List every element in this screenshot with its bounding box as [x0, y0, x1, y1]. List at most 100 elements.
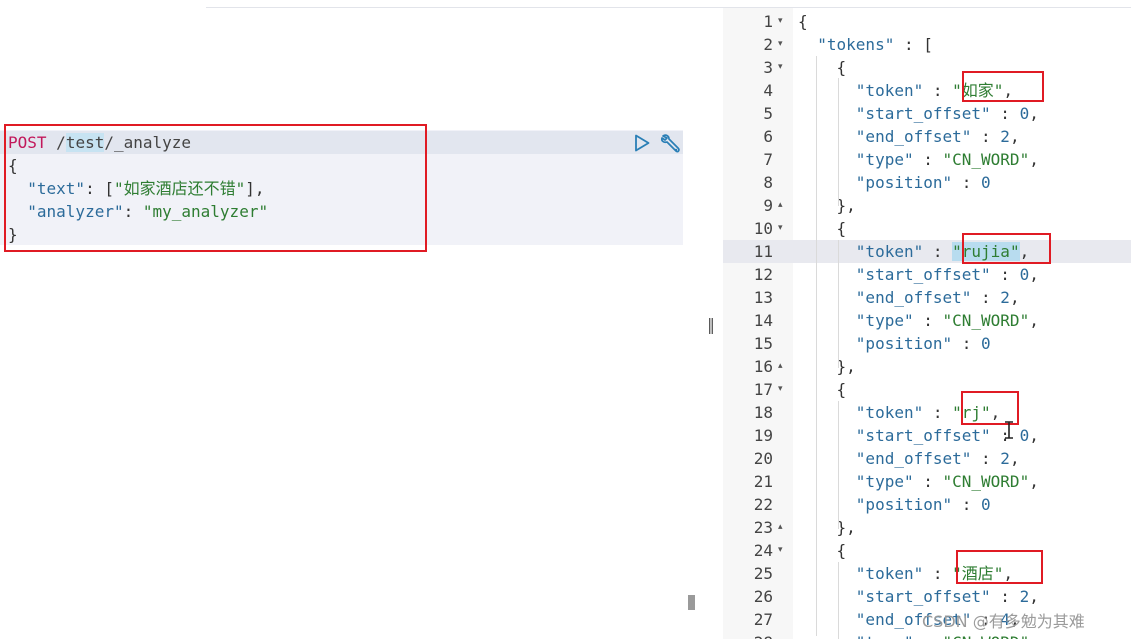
code-text: "position" : 0 [855, 334, 991, 353]
response-line: 9 ▴ }, [723, 194, 1131, 217]
code-text: "tokens" : [ [817, 35, 933, 54]
line-number: 1 [763, 12, 773, 31]
code-text: { [836, 380, 847, 399]
code-text: "start_offset" : 0, [855, 265, 1039, 284]
json-key: "start_offset" [855, 426, 991, 445]
json-key: "token" [855, 403, 924, 422]
fold-collapse-icon[interactable]: ▾ [778, 56, 790, 79]
panel-splitter[interactable]: ‖ [707, 315, 717, 335]
response-line: 19 "start_offset" : 0, [723, 424, 1131, 447]
line-number: 22 [753, 495, 773, 514]
json-key: "start_offset" [855, 587, 991, 606]
json-key: "token" [855, 564, 924, 583]
watermark: CSDN @有多勉为其难 [922, 612, 1085, 631]
fold-collapse-icon[interactable]: ▾ [778, 33, 790, 56]
indent-guide [838, 78, 839, 206]
response-line: 14 "type" : "CN_WORD", [723, 309, 1131, 332]
code-text: }, [836, 196, 856, 215]
code-text: "start_offset" : 0, [855, 104, 1039, 123]
fold-expand-icon[interactable]: ▴ [778, 355, 790, 378]
json-string-value: "CN_WORD" [942, 311, 1030, 330]
response-line: 18 "token" : "rj", [723, 401, 1131, 424]
json-key: "type" [856, 633, 914, 639]
line-number: 2 [763, 35, 773, 54]
response-line: 16 ▴ }, [723, 355, 1131, 378]
json-number-value: 0 [1019, 426, 1030, 445]
line-number: 27 [753, 610, 773, 629]
json-key: "position" [855, 495, 953, 514]
json-number-value: 2 [1000, 288, 1010, 307]
response-line: 11 "token" : "rujia", [723, 240, 1131, 263]
fold-expand-icon[interactable]: ▴ [778, 516, 790, 539]
line-number: 11 [753, 242, 773, 261]
response-line: 25 "token" : "酒店", [723, 562, 1131, 585]
json-key: "position" [855, 173, 953, 192]
response-line: 24 ▾ { [723, 539, 1131, 562]
json-number-value: 2 [1000, 449, 1010, 468]
json-key: "type" [855, 150, 914, 169]
code-text: "end_offset" : 2, [855, 127, 1020, 146]
indent-guide [838, 401, 839, 529]
code-text: "start_offset" : 2, [855, 587, 1039, 606]
code-text: { [836, 541, 847, 560]
response-line: 6 "end_offset" : 2, [723, 125, 1131, 148]
line-number: 19 [753, 426, 773, 445]
code-text: { [836, 219, 847, 238]
fold-collapse-icon[interactable]: ▾ [778, 217, 790, 240]
json-string-value: "CN_WORD" [942, 150, 1030, 169]
json-number-value: 0 [981, 173, 991, 192]
scrollbar-thumb[interactable] [688, 595, 695, 610]
json-key: "type" [855, 472, 914, 491]
line-number: 8 [763, 173, 773, 192]
response-line: 2 ▾ "tokens" : [ [723, 33, 1131, 56]
response-line: 13 "end_offset" : 2, [723, 286, 1131, 309]
response-line: 4 "token" : "如家", [723, 79, 1131, 102]
wrench-icon[interactable] [659, 133, 683, 155]
response-line: 20 "end_offset" : 2, [723, 447, 1131, 470]
indent-guide [838, 562, 839, 639]
response-line: 1 ▾ { [723, 10, 1131, 33]
response-line: 3 ▾ { [723, 56, 1131, 79]
json-key: "token" [855, 242, 924, 261]
fold-collapse-icon[interactable]: ▾ [778, 378, 790, 401]
response-line: 26 "start_offset" : 2, [723, 585, 1131, 608]
indent-guide [838, 240, 839, 368]
line-number: 6 [763, 127, 773, 146]
response-line: 10 ▾ { [723, 217, 1131, 240]
top-divider [206, 7, 1131, 8]
line-number: 7 [763, 150, 773, 169]
response-line: 7 "type" : "CN_WORD", [723, 148, 1131, 171]
fold-collapse-icon[interactable]: ▾ [778, 539, 790, 562]
line-number: 17 [753, 380, 773, 399]
response-line: 17 ▾ { [723, 378, 1131, 401]
json-key: "end_offset" [855, 288, 972, 307]
json-number-value: 2 [1019, 587, 1030, 606]
json-key: "start_offset" [855, 104, 991, 123]
fold-collapse-icon[interactable]: ▾ [778, 10, 790, 33]
json-key: "start_offset" [855, 265, 991, 284]
play-triangle-icon[interactable] [633, 134, 651, 152]
text-cursor-icon [1005, 421, 1013, 439]
json-number-value: 2 [1000, 127, 1010, 146]
json-number-value: 0 [1019, 265, 1030, 284]
code-text: "type" : "CN_WORD", [798, 631, 1039, 639]
response-line: 5 "start_offset" : 0, [723, 102, 1131, 125]
line-number: 26 [753, 587, 773, 606]
fold-expand-icon[interactable]: ▴ [778, 194, 790, 217]
json-key: "type" [855, 311, 914, 330]
response-line: 21 "type" : "CN_WORD", [723, 470, 1131, 493]
code-text: "end_offset" : 2, [855, 449, 1020, 468]
line-number: 18 [753, 403, 773, 422]
response-line: 22 "position" : 0 [723, 493, 1131, 516]
token-highlight-box [962, 71, 1044, 102]
response-line: 12 "start_offset" : 0, [723, 263, 1131, 286]
line-number: 10 [753, 219, 773, 238]
line-number: 24 [753, 541, 773, 560]
line-number: 14 [753, 311, 773, 330]
json-key: "end_offset" [855, 127, 972, 146]
line-number: 12 [753, 265, 773, 284]
json-number-value: 0 [981, 334, 991, 353]
token-highlight-box [962, 233, 1051, 264]
json-key: "position" [855, 334, 953, 353]
json-string-value: "CN_WORD" [943, 633, 1030, 639]
